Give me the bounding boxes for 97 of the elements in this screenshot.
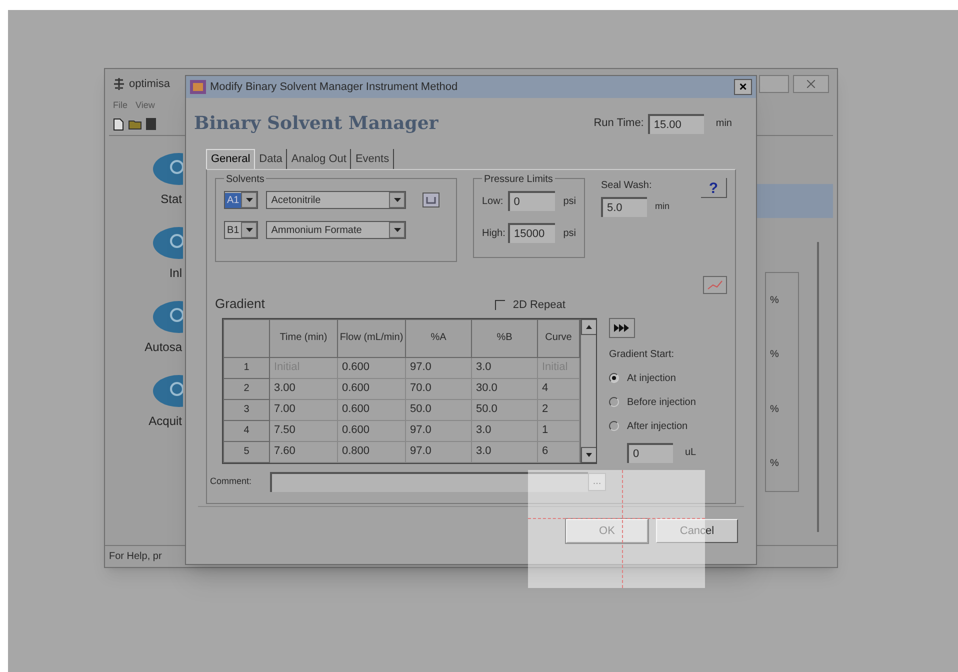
channel-select[interactable]: A1 [224,191,258,209]
open-folder-icon[interactable] [128,118,142,130]
pressure-field[interactable]: 15000 [508,223,556,243]
table-cell: 70.0 [406,378,472,399]
radio-label[interactable]: At injection [627,370,676,386]
pressure-label: Low: [482,194,504,208]
dropdown-button[interactable] [389,222,406,238]
scroll-up-icon[interactable] [581,318,596,334]
module-heading: Binary Solvent Manager [194,112,438,136]
close-button[interactable]: × [734,79,752,95]
volume-field[interactable]: 0 [627,442,673,462]
radio-label[interactable]: After injection [627,418,688,434]
caret-icon [394,198,401,202]
percent-label: % [770,402,780,417]
column-header: Curve [538,319,580,357]
corner-cell [224,319,270,357]
app-icon [113,78,125,90]
table-cell: 3.0 [472,441,538,462]
table-cell: 0.600 [338,399,406,420]
module-label[interactable]: Inl [169,264,183,282]
unit-label: psi [563,194,576,208]
channel-select[interactable]: B1 [224,221,258,239]
unit-label: psi [563,226,576,240]
module-icon[interactable] [151,374,183,408]
table-cell: 3.0 [472,357,538,378]
percent-label: % [770,294,780,308]
module-icon[interactable] [151,152,183,186]
table-cell: 0.600 [338,378,406,399]
scroll-down-icon[interactable] [581,446,596,462]
table-cell: 7.50 [270,420,338,441]
dropdown-button[interactable] [241,222,258,238]
column-header: %A [406,319,472,357]
scrollbar[interactable] [580,318,596,462]
seal-wash-field[interactable]: 5.0 [601,197,647,217]
percent-label: % [770,348,780,362]
unit-label: min [716,117,732,131]
unit-label: min [655,200,670,214]
new-file-icon[interactable] [113,118,124,130]
column-header: %B [472,319,538,357]
row-header[interactable]: 5 [224,441,270,462]
dropdown-button[interactable] [241,192,258,208]
tab[interactable]: General [206,149,256,169]
fast-forward-icon[interactable] [609,318,635,338]
solvent-select[interactable]: Ammonium Formate [266,221,406,239]
table-cell: 3.00 [270,378,338,399]
run-time-field[interactable]: 15.00 [648,114,704,134]
column-header: Flow (mL/min) [338,319,406,357]
table-cell: 97.0 [406,441,472,462]
table-cell: 30.0 [472,378,538,399]
module-label[interactable]: Acquit [148,412,183,430]
tab[interactable]: Analog Out [287,149,352,169]
table-cell: 0.600 [338,357,406,378]
seal-wash-label: Seal Wash: [601,179,653,193]
dropdown-button[interactable] [389,192,406,208]
radio-button[interactable] [609,373,619,383]
repeat-checkbox[interactable]: 2D Repeat [494,297,566,314]
tab[interactable]: Events [351,149,394,169]
radio-label[interactable]: Before injection [627,394,696,410]
table-cell: 97.0 [406,357,472,378]
close-icon[interactable] [793,75,829,93]
pressure-field[interactable]: 0 [508,191,556,211]
table-cell: 0.800 [338,441,406,462]
comment-field[interactable] [270,472,588,492]
app-icon [190,80,206,94]
percent-label: % [770,457,780,472]
pressure-label: High: [482,226,504,240]
window-title: optimisa [129,76,170,92]
comment-label: Comment: [210,475,253,488]
module-icon[interactable] [151,226,183,260]
gradient-start-label: Gradient Start: [609,348,676,362]
table-cell: 0.600 [338,420,406,441]
row-header[interactable]: 2 [224,378,270,399]
row-header[interactable]: 3 [224,399,270,420]
section-title: Gradient [215,295,265,313]
table-cell: 3.0 [472,420,538,441]
tab[interactable]: Data [255,149,288,169]
caret-icon [246,228,253,232]
dialog-title: Modify Binary Solvent Manager Instrument Method [210,80,458,95]
row-header[interactable]: 4 [224,420,270,441]
module-label[interactable]: Autosa [144,338,183,356]
table-cell: 50.0 [406,399,472,420]
help-button[interactable]: ? [701,178,727,198]
table-cell: 7.60 [270,441,338,462]
table-cell: 50.0 [472,399,538,420]
column-header: Time (min) [270,319,338,357]
table-cell: 97.0 [406,420,472,441]
row-header[interactable]: 1 [224,357,270,378]
unit-label: uL [685,446,696,460]
run-time-label: Run Time: [594,116,644,132]
caret-icon [246,198,253,202]
module-label[interactable]: Stat [160,190,183,208]
radio-button[interactable] [609,397,619,407]
radio-button[interactable] [609,421,619,431]
solvent-select[interactable]: Acetonitrile [266,191,406,209]
table-cell: 7.00 [270,399,338,420]
caret-icon [394,228,401,232]
module-icon[interactable] [151,300,183,334]
